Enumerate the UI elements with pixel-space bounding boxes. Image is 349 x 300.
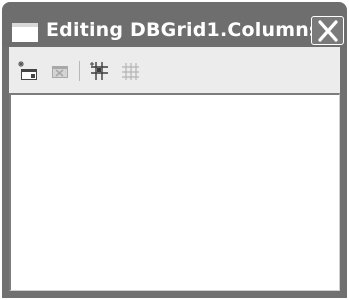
add-all-fields-icon xyxy=(90,62,108,80)
add-new-icon xyxy=(18,61,37,80)
delete-selected-button[interactable] xyxy=(48,60,72,82)
columns-editor-window: Editing DBGrid1.Columns xyxy=(0,0,349,300)
restore-defaults-button[interactable] xyxy=(118,60,142,82)
delete-selected-icon xyxy=(52,66,68,78)
restore-defaults-icon xyxy=(122,63,139,80)
close-icon xyxy=(318,20,338,42)
columns-list[interactable] xyxy=(9,93,340,291)
window-frame-left xyxy=(2,47,9,298)
close-button[interactable] xyxy=(311,16,344,45)
window-icon xyxy=(12,23,38,42)
toolbar xyxy=(9,47,340,93)
add-new-button[interactable] xyxy=(16,60,40,82)
window-title: Editing DBGrid1.Columns xyxy=(46,19,321,41)
toolbar-separator xyxy=(79,61,80,81)
window-frame-right xyxy=(340,47,347,298)
window-frame-bottom xyxy=(2,291,347,298)
add-all-fields-button[interactable] xyxy=(88,60,112,82)
title-bar[interactable]: Editing DBGrid1.Columns xyxy=(2,2,347,47)
